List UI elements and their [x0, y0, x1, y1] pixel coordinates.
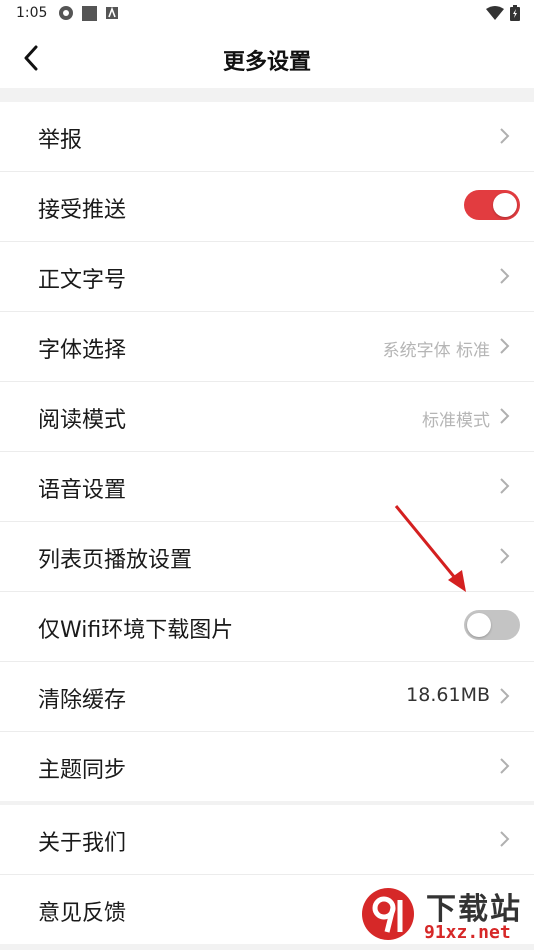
wifi-images-toggle[interactable] [464, 610, 520, 640]
settings-row-push[interactable]: 接受推送 [0, 172, 534, 242]
settings-row-reading-mode[interactable]: 阅读模式 标准模式 [0, 382, 534, 452]
chevron-right-icon [500, 831, 510, 847]
page-title: 更多设置 [222, 50, 311, 75]
row-label: 字体选择 [38, 338, 127, 363]
row-label: 列表页播放设置 [38, 548, 193, 573]
row-value: 标准模式 [422, 411, 490, 431]
row-label: 语音设置 [38, 478, 127, 503]
battery-icon [510, 5, 520, 21]
watermark-logo-icon [362, 888, 414, 940]
settings-row-wifi-images[interactable]: 仅Wifi环境下载图片 [0, 592, 534, 662]
settings-row-clear-cache[interactable]: 清除缓存 18.61MB [0, 662, 534, 732]
toggle-knob [467, 613, 491, 637]
chevron-right-icon [500, 128, 510, 144]
row-label: 意见反馈 [38, 901, 127, 926]
settings-row-font-choice[interactable]: 字体选择 系统字体 标准 [0, 312, 534, 382]
push-toggle[interactable] [464, 190, 520, 220]
toggle-knob [493, 193, 517, 217]
row-label: 阅读模式 [38, 408, 127, 433]
chevron-right-icon [500, 478, 510, 494]
watermark-url: 91xz.net [424, 922, 511, 943]
row-label: 正文字号 [38, 268, 127, 293]
row-label: 举报 [38, 128, 83, 153]
chevron-right-icon [500, 758, 510, 774]
settings-row-report[interactable]: 举报 [0, 102, 534, 172]
row-label: 清除缓存 [38, 688, 127, 713]
sync-icon [59, 6, 73, 20]
settings-row-list-playback[interactable]: 列表页播放设置 [0, 522, 534, 592]
chevron-right-icon [500, 688, 510, 704]
square-notification-icon [82, 5, 97, 21]
chevron-right-icon [500, 268, 510, 284]
cache-size-value: 18.61MB [406, 684, 490, 706]
row-value: 系统字体 标准 [382, 341, 490, 361]
app-header: 更多设置 [0, 28, 534, 88]
status-bar: 1:05 [0, 0, 534, 28]
status-system-icons [486, 5, 520, 21]
row-label: 仅Wifi环境下载图片 [38, 618, 234, 643]
app-notification-icon [106, 6, 118, 19]
row-label: 主题同步 [38, 758, 127, 783]
watermark: 下载站 91xz.net [360, 884, 530, 948]
status-time: 1:05 [16, 5, 48, 21]
row-label: 关于我们 [38, 831, 127, 856]
settings-row-about-us[interactable]: 关于我们 [0, 805, 534, 875]
status-notification-icons [58, 5, 119, 21]
chevron-right-icon [500, 408, 510, 424]
settings-row-font-size[interactable]: 正文字号 [0, 242, 534, 312]
wifi-icon [486, 6, 504, 20]
settings-row-voice[interactable]: 语音设置 [0, 452, 534, 522]
settings-group-main: 举报 接受推送 正文字号 字体选择 系统字体 标准 阅读模式 标准模式 语音设置… [0, 102, 534, 801]
chevron-right-icon [500, 548, 510, 564]
settings-row-theme-sync[interactable]: 主题同步 [0, 732, 534, 801]
row-label: 接受推送 [38, 198, 127, 223]
chevron-right-icon [500, 338, 510, 354]
